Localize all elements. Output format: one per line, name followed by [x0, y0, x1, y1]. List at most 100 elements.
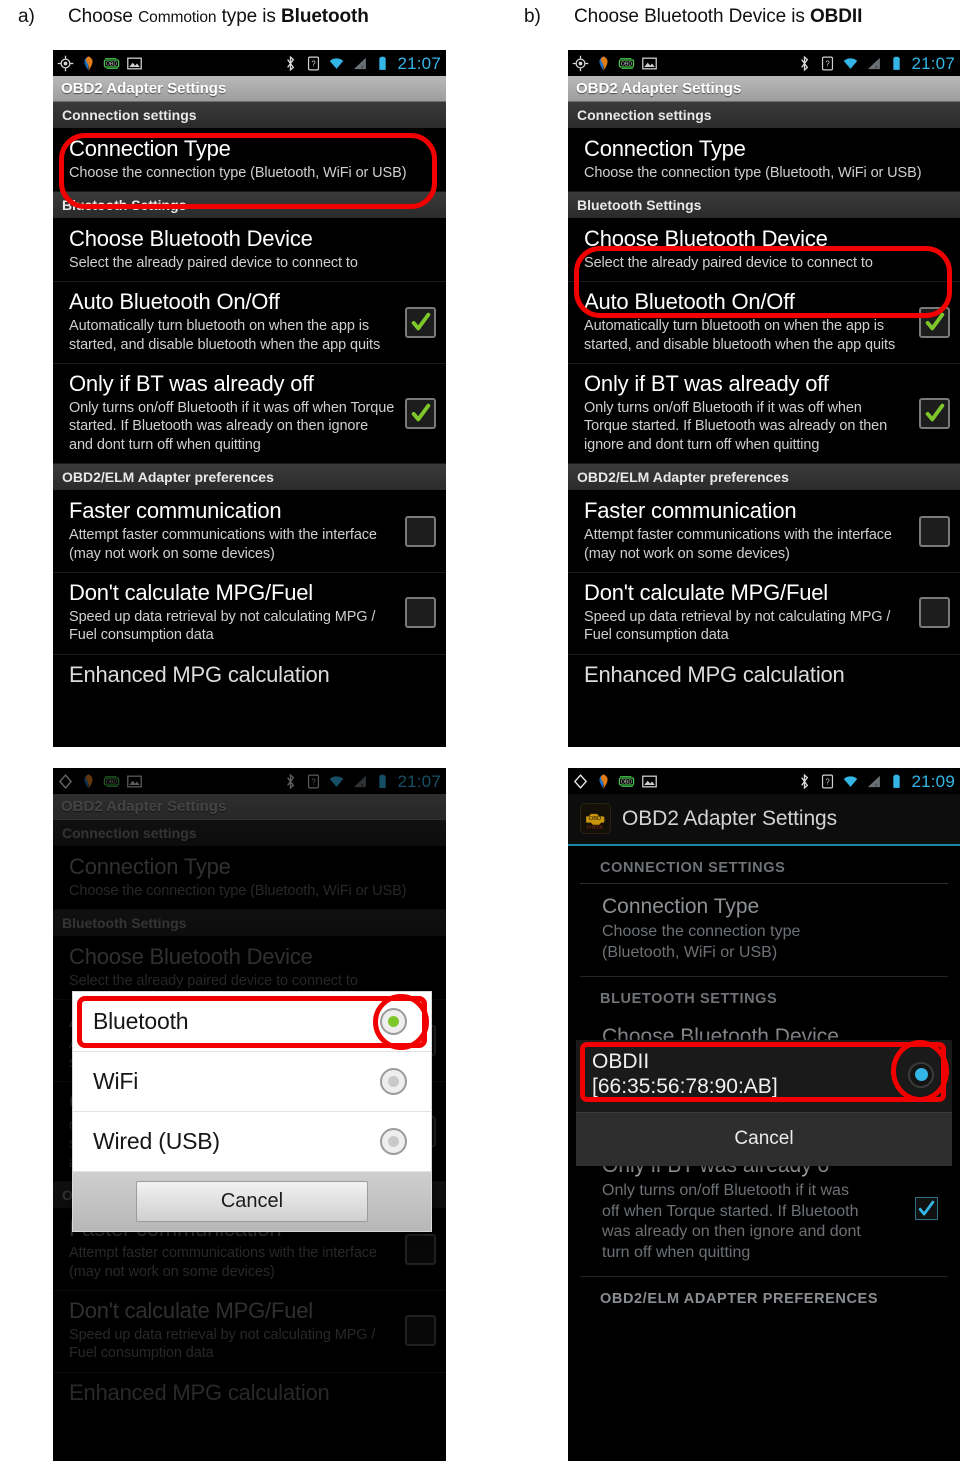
pref-choose-bluetooth-device[interactable]: Choose Bluetooth Device Select the alrea…: [53, 219, 446, 283]
pref-dont-calculate-mpg-checkbox[interactable]: [919, 597, 950, 629]
pref-choose-bluetooth-device[interactable]: Choose Bluetooth Device Select the alrea…: [568, 219, 960, 283]
pref-choose-device-summary: Select the already paired device to conn…: [584, 254, 873, 271]
sim-icon: ?: [308, 56, 320, 70]
obd-icon: OBD: [618, 57, 635, 69]
pref-connection-type-title: Connection Type: [602, 895, 760, 918]
pref-dont-calculate-mpg-checkbox[interactable]: [405, 597, 436, 629]
dialog-option-wifi-radio[interactable]: [380, 1068, 407, 1095]
screenshot-panel-c: OBD ? x 21:07 OBD2 Adapter Settings Conn…: [53, 768, 446, 1461]
pref-faster-communication[interactable]: Faster communication Attempt faster comm…: [53, 491, 446, 574]
pref-enhanced-mpg-title: Enhanced MPG calculation: [584, 661, 845, 687]
caption-b-text-bold: OBDII: [810, 6, 863, 27]
obd-icon: OBD: [618, 775, 635, 787]
pref-only-if-bt-off-checkbox[interactable]: [919, 397, 950, 429]
svg-text:OBD: OBD: [106, 61, 118, 67]
pref-only-if-bt-off-checkbox[interactable]: [915, 1197, 938, 1221]
pref-connection-type[interactable]: Connection Type Choose the connection ty…: [568, 129, 960, 193]
svg-text:OBD: OBD: [589, 816, 601, 822]
pref-dont-calculate-mpg-title: Don't calculate MPG/Fuel: [584, 580, 828, 606]
battery-icon: [893, 774, 901, 788]
dialog-option-obdii-label: OBDII [66:35:56:78:90:AB]: [592, 1050, 908, 1100]
pref-only-if-bt-off[interactable]: Only if BT was already off Only turns on…: [53, 364, 446, 465]
caption-b: b) Choose Bluetooth Device is OBDII: [524, 6, 862, 28]
pref-faster-communication-checkbox[interactable]: [405, 515, 436, 547]
caption-a: a) Choose Commotion type is Bluetooth: [18, 6, 369, 28]
dialog-cancel-button[interactable]: Cancel: [136, 1181, 368, 1222]
pref-auto-bluetooth[interactable]: Auto Bluetooth On/Off Automatically turn…: [53, 282, 446, 365]
svg-text:?: ?: [826, 59, 831, 68]
pref-only-if-bt-off-summary: Only turns on/off Bluetooth if it was of…: [602, 1181, 861, 1262]
dialog-option-obdii-name: OBDII: [592, 1050, 650, 1073]
status-bar-left-icons: OBD: [572, 773, 658, 790]
pref-only-if-bt-off-title: Only if BT was already off: [69, 371, 314, 397]
torque-app-icon: OBD CHECK: [580, 803, 611, 834]
pref-connection-type[interactable]: Connection Type Choose the connection ty…: [580, 884, 948, 977]
pref-choose-device-summary: Select the already paired device to conn…: [69, 254, 358, 271]
section-adapter-preferences: OBD2/ELM ADAPTER PREFERENCES: [600, 1290, 879, 1307]
dialog-option-wired-usb-label: Wired (USB): [93, 1128, 220, 1154]
signal-icon: x: [354, 57, 367, 70]
gallery-icon: [642, 775, 657, 787]
svg-text:x: x: [361, 64, 364, 70]
dialog-option-obdii-radio[interactable]: [908, 1061, 934, 1088]
torque-icon: [599, 55, 608, 71]
status-bar-clock: 21:09: [911, 771, 955, 791]
dialog-cancel-button[interactable]: Cancel: [576, 1112, 952, 1166]
dialog-option-wired-usb[interactable]: Wired (USB): [73, 1112, 431, 1172]
check-icon: [925, 312, 944, 331]
wifi-icon: [330, 57, 344, 69]
signal-icon: x: [868, 57, 881, 70]
bluetooth-icon: [287, 55, 295, 71]
pref-dont-calculate-mpg-summary: Speed up data retrieval by not calculati…: [584, 608, 891, 644]
status-bar-right-icons: ? x 21:09: [796, 773, 955, 790]
caption-b-text-1: Choose Bluetooth Device is: [574, 6, 810, 27]
bluetooth-device-dialog: OBDII [66:35:56:78:90:AB] Cancel: [576, 1040, 952, 1166]
wifi-icon: [844, 57, 858, 69]
dialog-option-bluetooth-label: Bluetooth: [93, 1008, 189, 1034]
pref-only-if-bt-off-checkbox[interactable]: [405, 397, 436, 429]
pref-dont-calculate-mpg-summary: Speed up data retrieval by not calculati…: [69, 608, 376, 644]
dialog-option-bluetooth-radio[interactable]: [380, 1008, 407, 1035]
svg-text:x: x: [875, 64, 878, 70]
app-title-bar: OBD2 Adapter Settings: [568, 76, 960, 102]
status-bar: OBD ? x 21:07: [568, 50, 960, 76]
torque-icon: [84, 55, 93, 71]
pref-faster-communication-summary: Attempt faster communications with the i…: [69, 526, 377, 562]
section-bluetooth-settings: Bluetooth Settings: [568, 192, 960, 220]
dialog-option-wired-usb-radio[interactable]: [380, 1128, 407, 1155]
gallery-icon: [127, 57, 142, 69]
pref-only-if-bt-off-summary: Only turns on/off Bluetooth if it was of…: [69, 399, 395, 453]
pref-faster-communication[interactable]: Faster communication Attempt faster comm…: [568, 491, 960, 574]
pref-auto-bluetooth[interactable]: Auto Bluetooth On/Off Automatically turn…: [568, 282, 960, 365]
svg-text:?: ?: [826, 777, 831, 786]
dialog-option-obdii[interactable]: OBDII [66:35:56:78:90:AB]: [576, 1040, 952, 1112]
caption-b-label: b): [524, 6, 541, 27]
section-adapter-preferences: OBD2/ELM Adapter preferences: [53, 464, 446, 492]
pref-enhanced-mpg[interactable]: Enhanced MPG calculation: [53, 654, 446, 688]
status-bar-left-icons: OBD: [572, 55, 658, 72]
dialog-option-bluetooth[interactable]: Bluetooth: [73, 992, 431, 1052]
section-adapter-preferences: OBD2/ELM Adapter preferences: [568, 464, 960, 492]
pref-auto-bluetooth-title: Auto Bluetooth On/Off: [69, 289, 280, 315]
pref-auto-bluetooth-summary: Automatically turn bluetooth on when the…: [69, 317, 381, 353]
pref-faster-communication-checkbox[interactable]: [919, 515, 950, 547]
action-bar: OBD CHECK OBD2 Adapter Settings: [568, 794, 960, 846]
screenshot-panel-a: OBD ? x 21:07 OBD2 Adapter Settings Conn…: [53, 50, 446, 747]
gallery-icon: [642, 57, 657, 69]
pref-auto-bluetooth-checkbox[interactable]: [405, 306, 436, 338]
pref-connection-type[interactable]: Connection Type Choose the connection ty…: [53, 129, 446, 193]
pref-auto-bluetooth-checkbox[interactable]: [919, 306, 950, 338]
caption-a-text-bold: Bluetooth: [281, 6, 369, 27]
app-title-bar: OBD2 Adapter Settings: [53, 76, 446, 102]
check-icon: [411, 403, 430, 422]
pref-only-if-bt-off[interactable]: Only if BT was already off Only turns on…: [568, 364, 960, 465]
pref-dont-calculate-mpg[interactable]: Don't calculate MPG/Fuel Speed up data r…: [568, 573, 960, 655]
dialog-option-wifi-label: WiFi: [93, 1068, 139, 1094]
check-icon: [925, 403, 944, 422]
pref-choose-device-title: Choose Bluetooth Device: [69, 226, 313, 252]
pref-dont-calculate-mpg[interactable]: Don't calculate MPG/Fuel Speed up data r…: [53, 573, 446, 655]
pref-enhanced-mpg[interactable]: Enhanced MPG calculation: [568, 654, 960, 688]
pref-connection-type-summary: Choose the connection type (Bluetooth, W…: [602, 922, 801, 961]
screenshot-panel-b: OBD ? x 21:07 OBD2 Adapter Settings Conn…: [568, 50, 960, 747]
dialog-option-wifi[interactable]: WiFi: [73, 1052, 431, 1112]
